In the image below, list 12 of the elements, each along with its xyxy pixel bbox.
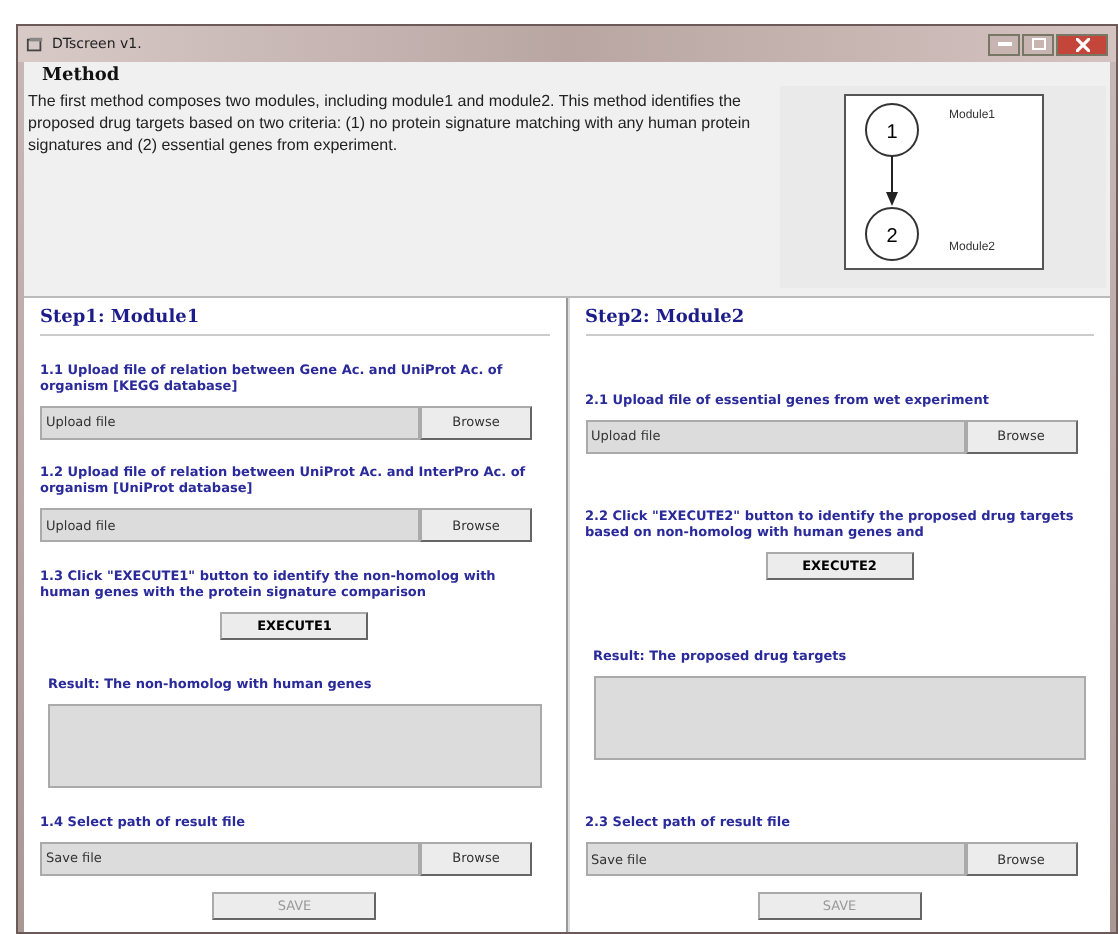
close-button[interactable] <box>1056 33 1108 55</box>
section-title: Step1: Module1 <box>40 308 549 336</box>
minimize-button[interactable] <box>988 33 1020 55</box>
section-title: Step2: Module2 <box>585 308 1094 336</box>
close-icon <box>1075 37 1089 51</box>
maximize-icon <box>1031 38 1045 50</box>
section-title: Method <box>40 66 122 86</box>
window-icon <box>26 35 44 53</box>
minimize-icon <box>997 42 1011 46</box>
flow-drawing: 1 2 <box>861 100 921 264</box>
method-description: The first method composes two modules, including module1 and module2. This method identifies the proposed drug targets based on two criteria: (1) no protein signature matching with any human protein signatures and (2) essential genes from experiment. <box>28 90 753 158</box>
maximize-button[interactable] <box>1022 33 1054 55</box>
